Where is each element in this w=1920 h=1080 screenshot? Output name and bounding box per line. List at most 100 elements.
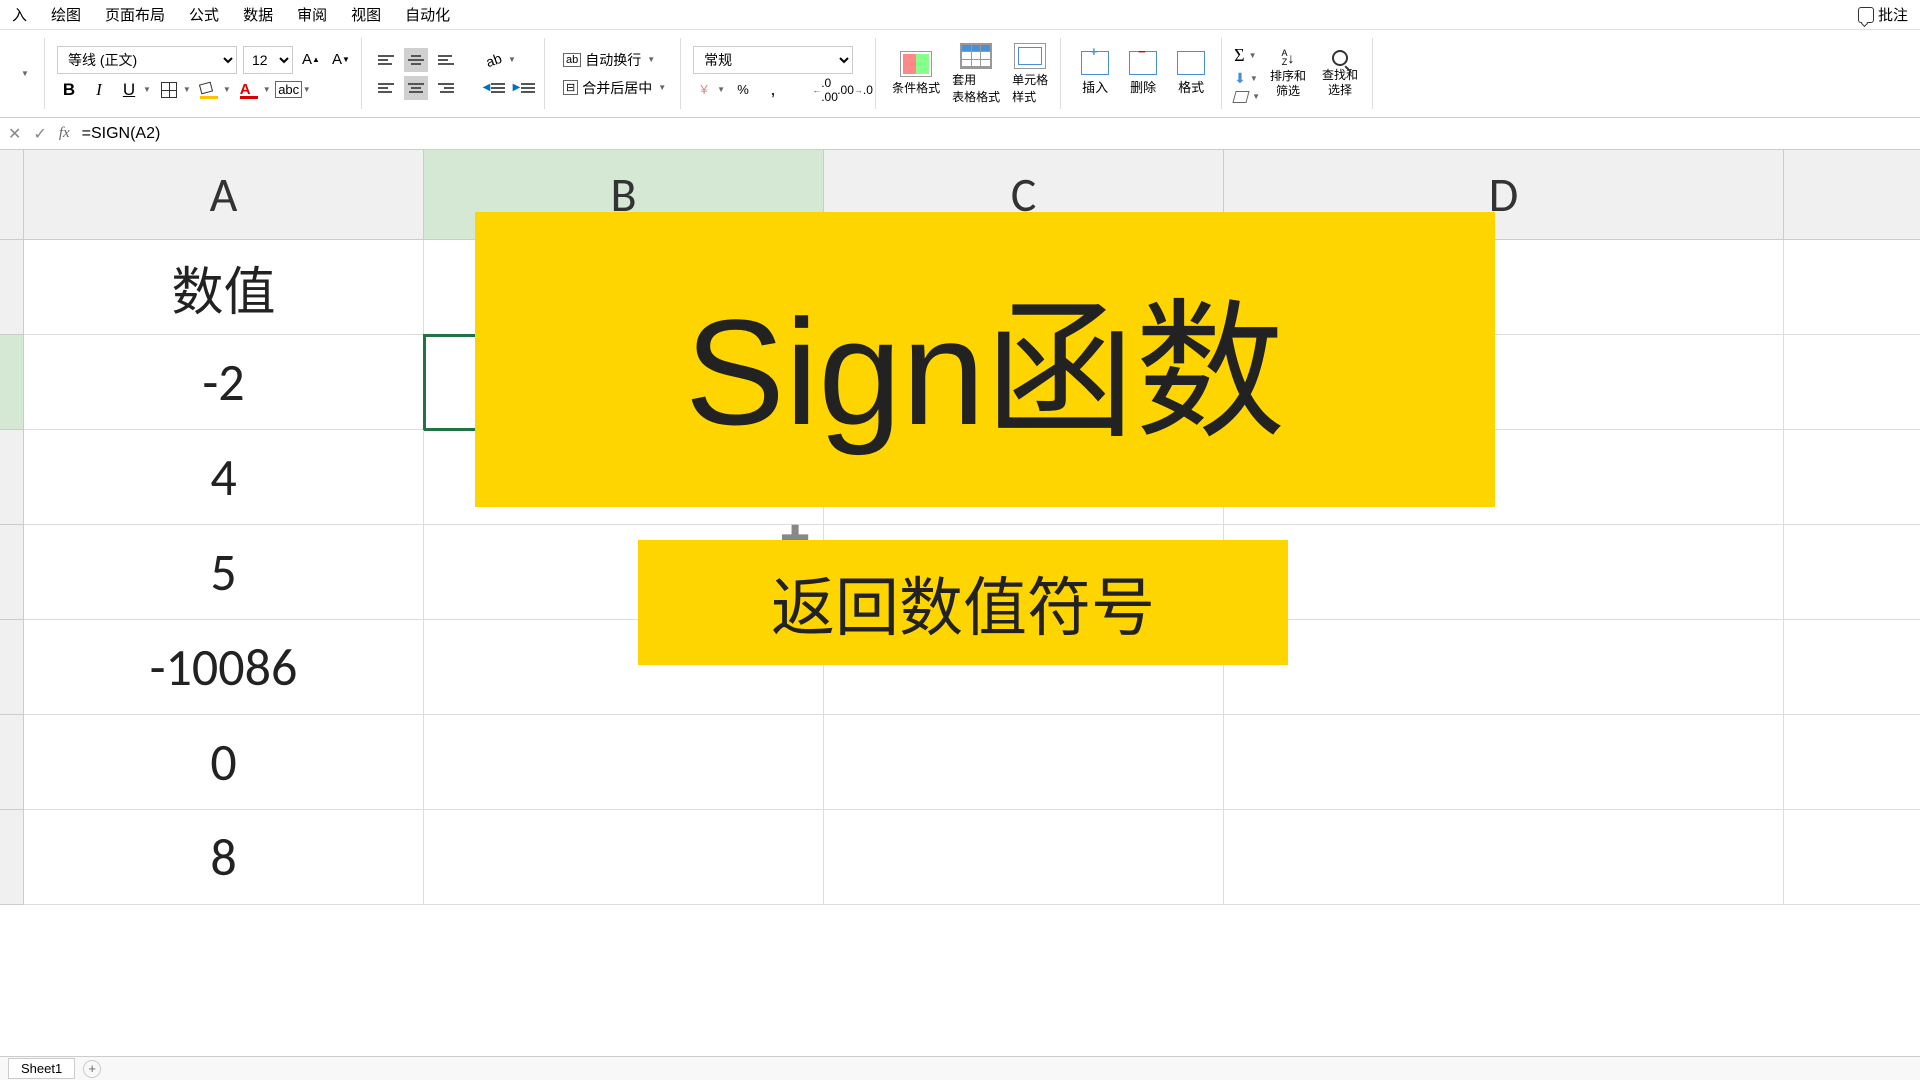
increase-decimal-button[interactable]: ←.0.00 xyxy=(813,78,837,102)
col-header-a[interactable]: A xyxy=(24,150,424,240)
menu-layout[interactable]: 页面布局 xyxy=(105,4,165,25)
increase-indent-button[interactable]: ▶ xyxy=(512,76,536,100)
cell-e4[interactable] xyxy=(1784,525,1920,620)
cell-e2[interactable] xyxy=(1784,335,1920,430)
find-select-button[interactable]: 查找和 选择 xyxy=(1316,48,1364,99)
number-format-select[interactable]: 常规 xyxy=(693,46,853,74)
row-header-6[interactable] xyxy=(0,715,24,810)
cell-e6[interactable] xyxy=(1784,715,1920,810)
cell-a4[interactable]: 5 xyxy=(24,525,424,620)
cell-b7[interactable] xyxy=(424,810,824,905)
cell-c7[interactable] xyxy=(824,810,1224,905)
menu-draw[interactable]: 绘图 xyxy=(51,4,81,25)
cell-a6[interactable]: 0 xyxy=(24,715,424,810)
autosum-button[interactable]: Σ▼ xyxy=(1234,45,1260,66)
row-header-5[interactable] xyxy=(0,620,24,715)
insert-cells-button[interactable]: 插入 xyxy=(1073,49,1117,98)
row-header-4[interactable] xyxy=(0,525,24,620)
align-center-button[interactable] xyxy=(404,76,428,100)
col-header-e[interactable] xyxy=(1784,150,1920,240)
orientation-button[interactable]: ab▼ xyxy=(482,48,516,72)
format-icon xyxy=(1177,51,1205,75)
cancel-formula-button[interactable]: ✕ xyxy=(8,124,21,144)
sort-icon: AZ↓ xyxy=(1282,49,1295,67)
conditional-format-button[interactable]: 条件格式 xyxy=(888,49,944,98)
cell-e5[interactable] xyxy=(1784,620,1920,715)
wrap-merge-group: ab自动换行▼ ⊟合并后居中▼ xyxy=(549,38,681,109)
menu-bar: 入 绘图 页面布局 公式 数据 审阅 视图 自动化 批注 xyxy=(0,0,1920,30)
confirm-formula-button[interactable]: ✓ xyxy=(33,124,46,144)
decrease-decimal-button[interactable]: .00→.0 xyxy=(843,78,867,102)
cell-d6[interactable] xyxy=(1224,715,1784,810)
align-left-button[interactable] xyxy=(374,76,398,100)
table-format-button[interactable]: 套用 表格格式 xyxy=(948,41,1004,107)
paste-dropdown[interactable]: ▼ xyxy=(12,62,36,86)
border-button[interactable]: ▼ xyxy=(157,78,191,102)
merge-center-button[interactable]: ⊟合并后居中▼ xyxy=(557,76,672,100)
cell-e7[interactable] xyxy=(1784,810,1920,905)
fill-button[interactable]: ⬇▼ xyxy=(1234,70,1260,87)
format-cells-button[interactable]: 格式 xyxy=(1169,49,1213,98)
font-name-select[interactable]: 等线 (正文) xyxy=(57,46,237,74)
wrap-text-button[interactable]: ab自动换行▼ xyxy=(557,48,672,72)
editing-group: Σ▼ ⬇▼ ▼ AZ↓ 排序和 筛选 查找和 选择 xyxy=(1226,38,1373,109)
add-sheet-button[interactable]: + xyxy=(83,1060,101,1078)
menu-data[interactable]: 数据 xyxy=(243,4,273,25)
eraser-icon xyxy=(1233,91,1250,103)
italic-button[interactable]: I xyxy=(87,78,111,102)
formula-bar: ✕ ✓ fx xyxy=(0,118,1920,150)
cell-e1[interactable] xyxy=(1784,240,1920,335)
font-color-button[interactable]: A▼ xyxy=(237,78,271,102)
fx-icon[interactable]: fx xyxy=(59,125,70,142)
align-top-button[interactable] xyxy=(374,48,398,72)
menu-review[interactable]: 审阅 xyxy=(297,4,327,25)
magnify-icon xyxy=(1332,50,1348,66)
underline-button[interactable]: U▼ xyxy=(117,78,151,102)
cell-b6[interactable] xyxy=(424,715,824,810)
formula-input[interactable] xyxy=(82,125,1912,143)
menu-automate[interactable]: 自动化 xyxy=(405,4,450,25)
cell-d7[interactable] xyxy=(1224,810,1784,905)
decrease-font-button[interactable]: A▼ xyxy=(329,48,353,72)
sort-filter-button[interactable]: AZ↓ 排序和 筛选 xyxy=(1264,47,1312,100)
increase-font-button[interactable]: A▲ xyxy=(299,48,323,72)
align-middle-button[interactable] xyxy=(404,48,428,72)
title-overlay: Sign函数 xyxy=(475,212,1495,507)
currency-button[interactable]: ¥▼ xyxy=(693,81,725,99)
font-size-select[interactable]: 12 xyxy=(243,46,293,74)
align-bottom-button[interactable] xyxy=(434,48,458,72)
comments-button[interactable]: 批注 xyxy=(1858,4,1908,25)
cell-d4[interactable] xyxy=(1224,525,1784,620)
grid-container: A B C D 数值 -2 gn() 4 5 -10086 xyxy=(0,150,1920,830)
menu-insert[interactable]: 入 xyxy=(12,4,27,25)
decrease-indent-button[interactable]: ◀ xyxy=(482,76,506,100)
delete-cells-button[interactable]: 删除 xyxy=(1121,49,1165,98)
cell-a7[interactable]: 8 xyxy=(24,810,424,905)
cell-styles-button[interactable]: 单元格 样式 xyxy=(1008,41,1052,107)
row-header-7[interactable] xyxy=(0,810,24,905)
row-header-2[interactable] xyxy=(0,335,24,430)
bold-button[interactable]: B xyxy=(57,78,81,102)
fill-color-button[interactable]: ▼ xyxy=(197,78,231,102)
menu-view[interactable]: 视图 xyxy=(351,4,381,25)
cell-a2[interactable]: -2 xyxy=(24,335,424,430)
align-right-button[interactable] xyxy=(434,76,458,100)
cell-a1[interactable]: 数值 xyxy=(24,240,424,335)
sheet-tab-1[interactable]: Sheet1 xyxy=(8,1058,75,1079)
cell-a3[interactable]: 4 xyxy=(24,430,424,525)
clipboard-group: ▼ xyxy=(4,38,45,109)
comma-button[interactable]: , xyxy=(761,78,785,102)
select-all-corner[interactable] xyxy=(0,150,24,240)
cell-e3[interactable] xyxy=(1784,430,1920,525)
cell-a5[interactable]: -10086 xyxy=(24,620,424,715)
cell-c6[interactable] xyxy=(824,715,1224,810)
ribbon: ▼ 等线 (正文) 12 A▲ A▼ B I U▼ ▼ ▼ A▼ abc▼ ab… xyxy=(0,30,1920,118)
cells-group: 插入 删除 格式 xyxy=(1065,38,1222,109)
clear-button[interactable]: ▼ xyxy=(1234,91,1260,103)
phonetic-button[interactable]: abc▼ xyxy=(277,78,311,102)
menu-formulas[interactable]: 公式 xyxy=(189,4,219,25)
cell-d5[interactable] xyxy=(1224,620,1784,715)
percent-button[interactable]: % xyxy=(731,78,755,102)
row-header-3[interactable] xyxy=(0,430,24,525)
row-header-1[interactable] xyxy=(0,240,24,335)
